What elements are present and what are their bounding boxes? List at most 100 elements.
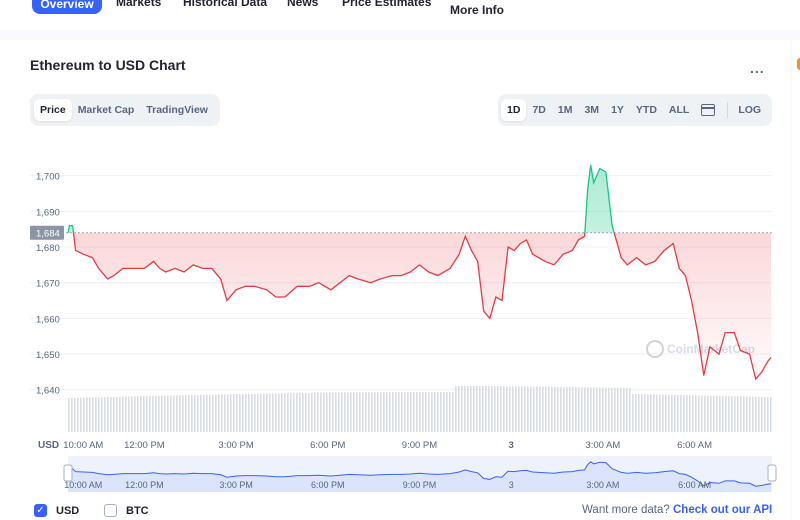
volume-bar — [695, 395, 697, 432]
volume-bar — [128, 396, 130, 432]
volume-bars — [68, 386, 772, 432]
volume-bar — [344, 392, 346, 432]
volume-bar — [287, 393, 289, 432]
y-tick-label: 1,640 — [36, 386, 60, 397]
volume-bar — [101, 397, 103, 432]
volume-bar — [317, 392, 319, 432]
volume-bar — [251, 393, 253, 432]
volume-bar — [167, 395, 169, 432]
volume-bar — [389, 392, 391, 432]
volume-bar — [443, 392, 445, 432]
volume-bar — [350, 392, 352, 432]
x-tick-label: 9:00 PM — [402, 440, 437, 451]
volume-bar — [653, 394, 655, 432]
volume-bar — [356, 392, 358, 432]
navigator-label: 3:00 AM — [586, 480, 619, 490]
volume-bar — [428, 392, 430, 432]
volume-bar — [338, 392, 340, 432]
volume-bar — [155, 395, 157, 432]
volume-bar — [650, 394, 652, 432]
volume-bar — [281, 393, 283, 432]
volume-bar — [605, 387, 607, 432]
volume-bar — [218, 394, 220, 432]
navigator-label: 3:00 PM — [219, 480, 253, 490]
volume-bar — [215, 394, 217, 432]
volume-bar — [554, 386, 556, 432]
usd-checkbox[interactable]: ✓ — [34, 504, 47, 517]
volume-bar — [485, 386, 487, 432]
volume-bar — [257, 393, 259, 432]
volume-bar — [521, 386, 523, 432]
api-prompt: Want more data? — [582, 504, 670, 516]
volume-bar — [677, 394, 679, 432]
volume-bar — [161, 395, 163, 432]
volume-bar — [671, 394, 673, 432]
volume-bar — [683, 395, 685, 432]
volume-bar — [470, 386, 472, 432]
volume-bar — [698, 395, 700, 432]
x-tick-label: 6:00 AM — [677, 440, 712, 451]
volume-bar — [320, 392, 322, 432]
volume-bar — [95, 397, 97, 432]
x-tick-label: 3:00 AM — [585, 440, 620, 451]
volume-bar — [332, 392, 334, 432]
volume-bar — [482, 386, 484, 432]
legend-btc[interactable]: BTC — [104, 504, 149, 517]
volume-bar — [293, 393, 295, 432]
volume-bar — [182, 395, 184, 432]
volume-bar — [434, 392, 436, 432]
volume-bar — [524, 386, 526, 432]
volume-bar — [266, 393, 268, 432]
volume-bar — [407, 392, 409, 432]
volume-bar — [569, 386, 571, 432]
range-navigator[interactable]: 10:00 AM 12:00 PM 3:00 PM 6:00 PM 9:00 PM 3 3:… — [63, 456, 777, 492]
volume-bar — [539, 386, 541, 432]
navigator-label: 3 — [509, 480, 514, 490]
navigator-label: 12:00 PM — [125, 480, 164, 490]
volume-bar — [425, 392, 427, 432]
volume-bar — [92, 397, 94, 432]
volume-bar — [587, 387, 589, 432]
y-tick-label: 1,670 — [36, 279, 60, 290]
x-tick-label: 6:00 PM — [310, 440, 345, 451]
api-link[interactable]: Check out our API — [673, 504, 772, 516]
volume-bar — [296, 393, 298, 432]
volume-bar — [347, 392, 349, 432]
volume-bar — [431, 392, 433, 432]
volume-bar — [323, 392, 325, 432]
volume-bar — [83, 397, 85, 432]
volume-bar — [275, 393, 277, 432]
volume-bar — [308, 392, 310, 432]
x-tick-label: 3:00 PM — [218, 440, 253, 451]
volume-bar — [419, 392, 421, 432]
volume-bar — [143, 396, 145, 432]
volume-bar — [89, 397, 91, 432]
volume-bar — [269, 393, 271, 432]
volume-bar — [476, 386, 478, 432]
volume-bar — [542, 386, 544, 432]
volume-bar — [602, 387, 604, 432]
volume-bar — [635, 394, 637, 432]
volume-bar — [674, 394, 676, 432]
volume-bar — [497, 386, 499, 432]
btc-checkbox[interactable] — [104, 504, 117, 517]
volume-bar — [185, 395, 187, 432]
volume-bar — [701, 395, 703, 432]
volume-bar — [680, 394, 682, 432]
volume-bar — [191, 394, 193, 432]
volume-bar — [260, 393, 262, 432]
navigator-label: 10:00 AM — [64, 480, 102, 490]
usd-label: USD — [56, 504, 80, 517]
volume-bar — [188, 395, 190, 432]
volume-bar — [707, 395, 709, 432]
chart-grid — [30, 175, 772, 391]
price-chart[interactable]: CoinMarketCap 1,6401,6501,6601,6701,6801… — [0, 0, 800, 520]
volume-bar — [449, 392, 451, 432]
volume-bar — [659, 394, 661, 432]
volume-bar — [401, 392, 403, 432]
volume-bar — [380, 392, 382, 432]
volume-bar — [416, 392, 418, 432]
volume-bar — [122, 396, 124, 432]
legend-usd[interactable]: ✓ USD — [34, 504, 79, 517]
volume-bar — [629, 387, 631, 432]
